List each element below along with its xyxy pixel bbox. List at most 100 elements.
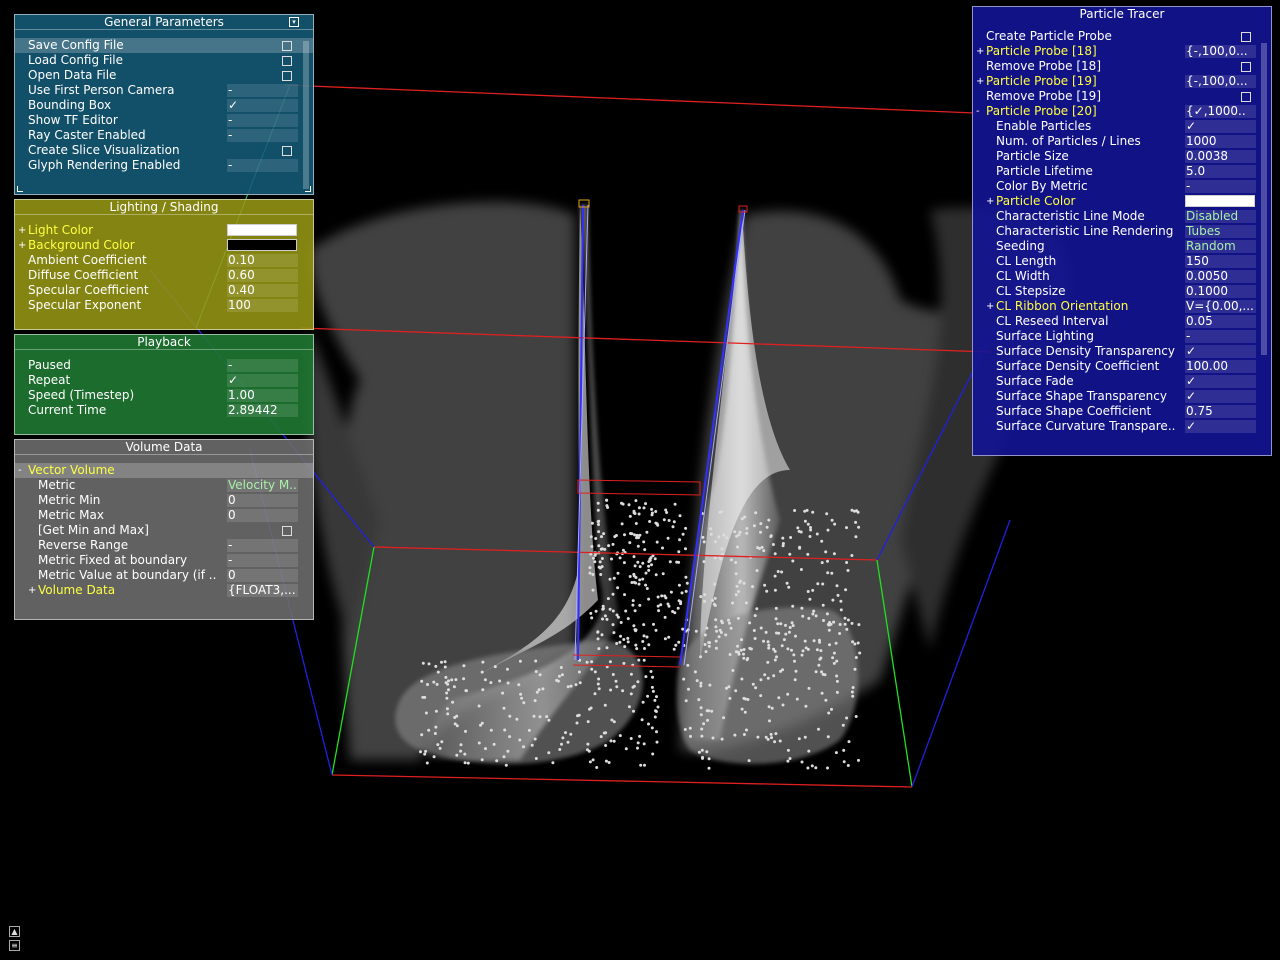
tracer-item-10[interactable]: CL Width 0.0050 (973, 269, 1271, 284)
general-item-7[interactable]: Create Slice Visualization (15, 143, 313, 158)
lighting-item-2-value[interactable]: 0.40 (227, 284, 298, 297)
general-item-8[interactable]: Glyph Rendering Enabled - (15, 158, 313, 173)
tracer-item-20[interactable]: Surface Curvature Transpare.. ✓ (973, 419, 1271, 434)
probe-item-4-value[interactable]: {✓,1000.. (1185, 105, 1256, 118)
volume-data-value[interactable]: {FLOAT3,... (227, 584, 298, 597)
expand-bottom-icon[interactable]: ≡ (9, 940, 20, 951)
tracer-item-10-value[interactable]: 0.0050 (1185, 270, 1256, 283)
tracer-item-19-value[interactable]: 0.75 (1185, 405, 1256, 418)
panel-title[interactable]: General Parameters ▾ (15, 15, 313, 30)
playback-item-1[interactable]: Repeat ✓ (15, 373, 313, 388)
tracer-item-8[interactable]: Seeding Random (973, 239, 1271, 254)
probe-item-2-value[interactable]: {-,100,0... (1185, 75, 1256, 88)
tracer-item-14[interactable]: Surface Lighting - (973, 329, 1271, 344)
volume-item-4[interactable]: Reverse Range - (15, 538, 313, 553)
playback-item-2-value[interactable]: 1.00 (227, 389, 298, 402)
general-item-2-button[interactable] (282, 71, 292, 81)
expand-icon[interactable]: + (18, 238, 26, 253)
volume-item-2-value[interactable]: 0 (227, 509, 298, 522)
panel-title[interactable]: Particle Tracer (973, 7, 1271, 21)
tracer-item-7-value[interactable]: Tubes (1185, 225, 1256, 238)
probe-item-4[interactable]: - Particle Probe [20] {✓,1000.. (973, 104, 1271, 119)
create-probe-row[interactable]: Create Particle Probe (973, 29, 1271, 44)
volume-item-0[interactable]: Metric Velocity M.. (15, 478, 313, 493)
probe-item-2[interactable]: + Particle Probe [19] {-,100,0... (973, 74, 1271, 89)
probe-item-3[interactable]: Remove Probe [19] (973, 89, 1271, 104)
tracer-item-1-value[interactable]: 1000 (1185, 135, 1256, 148)
playback-item-2[interactable]: Speed (Timestep) 1.00 (15, 388, 313, 403)
probe-item-0-value[interactable]: {-,100,0... (1185, 45, 1256, 58)
volume-item-6-value[interactable]: 0 (227, 569, 298, 582)
tracer-item-8-value[interactable]: Random (1185, 240, 1256, 253)
general-item-4[interactable]: Bounding Box ✓ (15, 98, 313, 113)
tracer-item-12[interactable]: + CL Ribbon Orientation V={0.00,... (973, 299, 1271, 314)
panel-title[interactable]: Lighting / Shading (15, 200, 313, 215)
expand-icon[interactable]: + (28, 583, 36, 598)
tracer-item-7[interactable]: Characteristic Line Rendering Tubes (973, 224, 1271, 239)
volume-item-2[interactable]: Metric Max 0 (15, 508, 313, 523)
volume-item-1[interactable]: Metric Min 0 (15, 493, 313, 508)
general-item-4-value[interactable]: ✓ (227, 99, 298, 112)
probe-item-1[interactable]: Remove Probe [18] (973, 59, 1271, 74)
lighting-item-3-value[interactable]: 100 (227, 299, 298, 312)
volume-data-row[interactable]: + Volume Data {FLOAT3,... (15, 583, 313, 598)
tracer-item-0-value[interactable]: ✓ (1185, 120, 1256, 133)
general-item-0-button[interactable] (282, 41, 292, 51)
tracer-item-13-value[interactable]: 0.05 (1185, 315, 1256, 328)
collapse-icon[interactable]: ▾ (289, 17, 299, 27)
lighting-item-3[interactable]: Specular Exponent 100 (15, 298, 313, 313)
general-scrollbar[interactable] (303, 41, 309, 189)
general-item-5[interactable]: Show TF Editor - (15, 113, 313, 128)
volume-item-6[interactable]: Metric Value at boundary (if .. 0 (15, 568, 313, 583)
lighting-item-2[interactable]: Specular Coefficient 0.40 (15, 283, 313, 298)
tracer-item-9-value[interactable]: 150 (1185, 255, 1256, 268)
general-item-0[interactable]: Save Config File (15, 38, 313, 53)
probe-item-1-button[interactable] (1241, 62, 1251, 72)
resize-corner-icon[interactable] (17, 186, 23, 192)
volume-item-5-value[interactable]: - (227, 554, 298, 567)
general-item-1[interactable]: Load Config File (15, 53, 313, 68)
collapse-icon[interactable]: - (18, 463, 22, 478)
general-item-3[interactable]: Use First Person Camera - (15, 83, 313, 98)
volume-item-3-button[interactable] (282, 526, 292, 536)
volume-item-1-value[interactable]: 0 (227, 494, 298, 507)
playback-item-0-value[interactable]: - (227, 359, 298, 372)
tracer-item-16[interactable]: Surface Density Coefficient 100.00 (973, 359, 1271, 374)
tracer-item-12-value[interactable]: V={0.00,... (1185, 300, 1256, 313)
expand-icon[interactable]: + (986, 299, 994, 314)
background-color-swatch[interactable] (227, 239, 297, 251)
resize-corner-icon[interactable] (305, 186, 311, 192)
general-item-8-value[interactable]: - (227, 159, 298, 172)
create-probe-button[interactable] (1241, 32, 1251, 42)
volume-item-5[interactable]: Metric Fixed at boundary - (15, 553, 313, 568)
tracer-item-14-value[interactable]: - (1185, 330, 1256, 343)
general-item-7-button[interactable] (282, 146, 292, 156)
playback-item-3-value[interactable]: 2.89442 (227, 404, 298, 417)
lighting-item-1-value[interactable]: 0.60 (227, 269, 298, 282)
probe-item-3-button[interactable] (1241, 92, 1251, 102)
expand-up-icon[interactable]: ▲ (9, 926, 20, 937)
expand-icon[interactable]: + (976, 44, 984, 59)
expand-icon[interactable]: + (976, 74, 984, 89)
lighting-item-0[interactable]: Ambient Coefficient 0.10 (15, 253, 313, 268)
volume-item-3[interactable]: [Get Min and Max] (15, 523, 313, 538)
volume-item-0-value[interactable]: Velocity M.. (227, 479, 298, 492)
tracer-item-20-value[interactable]: ✓ (1185, 420, 1256, 433)
tracer-item-11-value[interactable]: 0.1000 (1185, 285, 1256, 298)
general-item-5-value[interactable]: - (227, 114, 298, 127)
general-item-1-button[interactable] (282, 56, 292, 66)
tracer-item-17[interactable]: Surface Fade ✓ (973, 374, 1271, 389)
tracer-item-15-value[interactable]: ✓ (1185, 345, 1256, 358)
playback-item-0[interactable]: Paused - (15, 358, 313, 373)
volume-item-4-value[interactable]: - (227, 539, 298, 552)
light-color-swatch[interactable] (227, 224, 297, 236)
tracer-item-18[interactable]: Surface Shape Transparency ✓ (973, 389, 1271, 404)
tracer-item-2-value[interactable]: 0.0038 (1185, 150, 1256, 163)
tracer-item-4-value[interactable]: - (1185, 180, 1256, 193)
vector-volume-group[interactable]: - Vector Volume (15, 463, 313, 478)
playback-item-1-value[interactable]: ✓ (227, 374, 298, 387)
general-item-3-value[interactable]: - (227, 84, 298, 97)
lighting-item-1[interactable]: Diffuse Coefficient 0.60 (15, 268, 313, 283)
tracer-item-17-value[interactable]: ✓ (1185, 375, 1256, 388)
expand-icon[interactable]: + (18, 223, 26, 238)
